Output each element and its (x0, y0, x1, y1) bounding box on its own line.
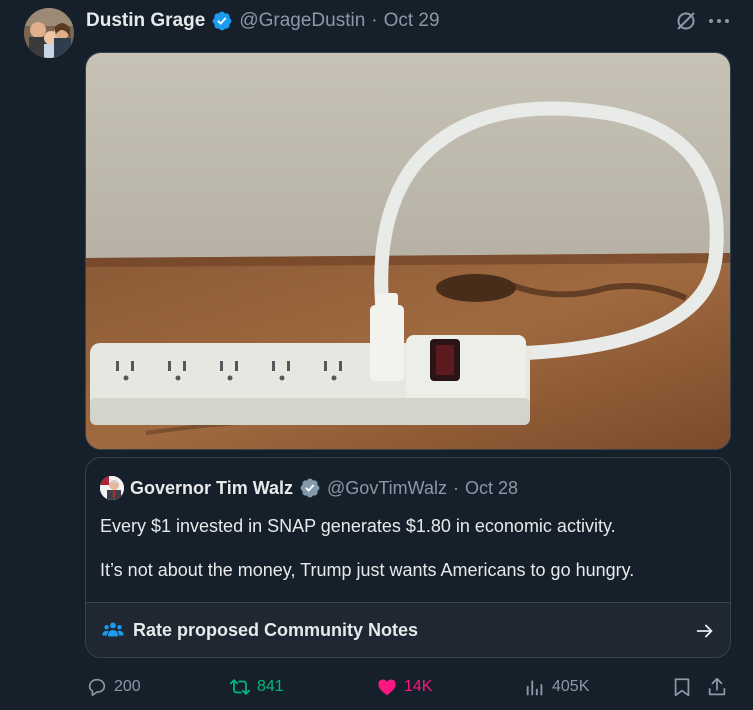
quoted-tweet-date[interactable]: Oct 28 (465, 478, 518, 499)
quoted-text-line: It’s not about the money, Trump just wan… (100, 560, 635, 580)
like-count: 14K (404, 678, 433, 695)
quoted-header-separator: · (452, 477, 459, 498)
share-button[interactable] (706, 670, 728, 704)
views-button[interactable]: 405K (524, 670, 589, 704)
tweet-date[interactable]: Oct 29 (384, 10, 440, 32)
verified-gov-badge-icon (299, 477, 321, 499)
reply-count: 200 (114, 678, 141, 695)
rate-community-notes-label[interactable]: Rate proposed Community Notes (133, 620, 418, 641)
quoted-author-name[interactable]: Governor Tim Walz (130, 478, 293, 499)
tweet: Dustin Grage @GrageDustin · Oct 29 Gover… (0, 0, 753, 710)
verified-badge-icon (211, 10, 233, 32)
reply-icon (88, 678, 106, 697)
bookmark-icon (674, 678, 690, 697)
author-avatar[interactable] (24, 8, 74, 58)
reply-button[interactable]: 200 (86, 670, 141, 704)
quoted-text-line: Every $1 invested in SNAP generates $1.8… (100, 516, 616, 536)
arrow-right-icon[interactable] (694, 620, 716, 642)
people-icon (102, 619, 124, 641)
like-button[interactable]: 14K (376, 670, 432, 704)
quoted-tweet-header: Governor Tim Walz @GovTimWalz · Oct 28 (100, 476, 518, 500)
retweet-icon (229, 679, 251, 695)
tweet-action-bar: 200 841 14K 405K (0, 670, 753, 704)
community-notes-bar[interactable]: Rate proposed Community Notes (86, 602, 730, 657)
bookmark-button[interactable] (671, 670, 693, 704)
tweet-header: Dustin Grage @GrageDustin · Oct 29 (86, 8, 440, 34)
grok-icon[interactable] (674, 9, 698, 33)
retweet-button[interactable]: 841 (229, 670, 284, 704)
quoted-author-avatar (100, 476, 124, 500)
share-icon (708, 677, 726, 696)
heart-icon (378, 679, 396, 696)
views-count: 405K (552, 678, 590, 695)
more-icon[interactable] (706, 9, 732, 33)
header-separator: · (371, 10, 378, 31)
analytics-icon (526, 680, 543, 696)
quoted-tweet[interactable]: Governor Tim Walz @GovTimWalz · Oct 28 E… (85, 457, 731, 658)
author-name[interactable]: Dustin Grage (86, 10, 205, 32)
quoted-tweet-text: Every $1 invested in SNAP generates $1.8… (100, 514, 720, 602)
quoted-author-handle[interactable]: @GovTimWalz (327, 478, 447, 499)
tweet-media-image[interactable] (85, 52, 731, 450)
author-handle[interactable]: @GrageDustin (239, 10, 365, 32)
retweet-count: 841 (257, 678, 284, 695)
